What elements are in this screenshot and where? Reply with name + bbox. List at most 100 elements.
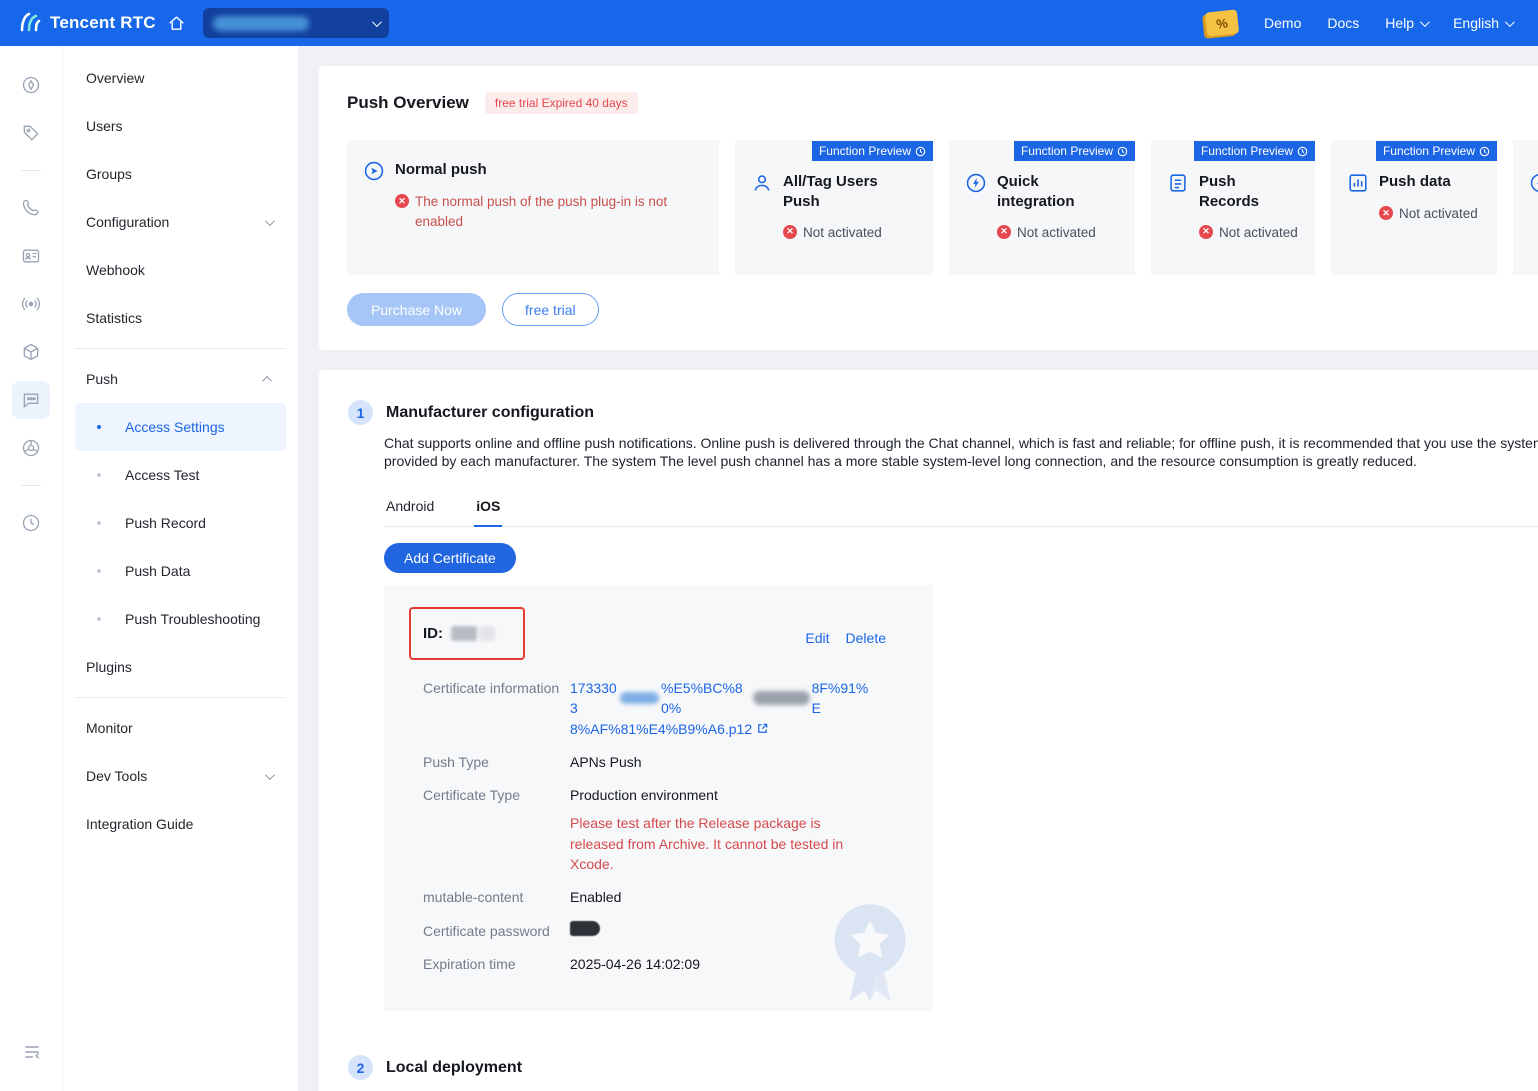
redacted-blob — [620, 692, 659, 704]
error-icon: ✕ — [1199, 225, 1213, 239]
step-2-number: 2 — [348, 1055, 373, 1080]
send-circle-icon — [363, 160, 385, 182]
coupon-icon[interactable]: % — [1205, 9, 1239, 36]
sidebar-item-dev-tools[interactable]: Dev Tools — [63, 752, 298, 800]
id-card-icon[interactable] — [12, 237, 50, 275]
sidebar-item-access-settings[interactable]: Access Settings — [75, 403, 286, 451]
app-name-redacted — [213, 16, 309, 31]
mutable-content-row: mutable-content Enabled — [408, 887, 909, 907]
push-type-row: Push Type APNs Push — [408, 752, 909, 772]
panel-status: Not activated — [803, 223, 882, 243]
sidebar-item-groups[interactable]: Groups — [63, 150, 298, 198]
sidebar-item-plugins[interactable]: Plugins — [63, 643, 298, 691]
certificate-id-redacted — [451, 626, 477, 641]
sidebar-item-configuration[interactable]: Configuration — [63, 198, 298, 246]
call-icon[interactable] — [12, 189, 50, 227]
sidebar-item-push[interactable]: Push — [63, 355, 298, 403]
panel-status: Not activated — [1017, 223, 1096, 243]
bullet-dot — [97, 569, 101, 573]
chevron-down-icon — [265, 216, 275, 226]
home-icon[interactable] — [168, 15, 185, 32]
purchase-now-button[interactable]: Purchase Now — [347, 293, 486, 326]
sidebar-item-webhook[interactable]: Webhook — [63, 246, 298, 294]
normal-push-panel: Normal push ✕ The normal push of the pus… — [347, 140, 719, 275]
sidebar-item-users[interactable]: Users — [63, 102, 298, 150]
nav-language[interactable]: English — [1453, 15, 1512, 31]
product-icon-rail — [0, 46, 63, 1091]
rail-divider — [21, 485, 41, 486]
error-icon: ✕ — [997, 225, 1011, 239]
cutoff-panel: Function Preview — [1513, 140, 1538, 275]
clock-badge-icon — [1117, 146, 1128, 157]
sidebar-item-push-troubleshooting[interactable]: Push Troubleshooting — [75, 595, 286, 643]
tab-android[interactable]: Android — [384, 489, 436, 526]
sidebar-divider — [75, 348, 286, 349]
document-icon — [1167, 172, 1189, 194]
panel-title: Quick integration — [997, 172, 1119, 213]
push-records-panel: Function Preview Push Records ✕ Not acti… — [1151, 140, 1315, 275]
page-title: Push Overview — [347, 93, 469, 113]
free-trial-button[interactable]: free trial — [502, 293, 599, 326]
step-1-title: Manufacturer configuration — [386, 404, 594, 422]
function-preview-ribbon[interactable]: Function Preview — [1376, 141, 1497, 161]
certificate-password-row: Certificate password — [408, 921, 909, 941]
collapse-menu-icon[interactable] — [13, 1033, 51, 1071]
lightning-circle-icon — [965, 172, 987, 194]
panel-status: Not activated — [1219, 223, 1298, 243]
certificate-file-link[interactable]: 1733303 %E5%BC%80% 8F%91%E 8%AF%81%E4%B9… — [570, 678, 870, 739]
configuration-card: 1 Manufacturer configuration Chat suppor… — [319, 370, 1538, 1091]
app-selector-dropdown[interactable] — [203, 8, 389, 38]
panel-title: Push data — [1379, 172, 1451, 194]
external-link-icon[interactable] — [756, 722, 769, 735]
dashboard-icon[interactable] — [12, 66, 50, 104]
nav-demo[interactable]: Demo — [1264, 15, 1301, 31]
wheel-icon[interactable] — [12, 429, 50, 467]
rail-divider — [21, 170, 41, 171]
live-icon[interactable] — [12, 285, 50, 323]
step-2-title: Local deployment — [386, 1059, 522, 1077]
push-data-panel: Function Preview Push data ✕ Not activat… — [1331, 140, 1497, 275]
expiration-time-row: Expiration time 2025-04-26 14:02:09 — [408, 954, 909, 974]
cube-icon[interactable] — [12, 333, 50, 371]
tab-ios[interactable]: iOS — [474, 489, 502, 527]
sidebar-item-statistics[interactable]: Statistics — [63, 294, 298, 342]
sidebar-item-integration-guide[interactable]: Integration Guide — [63, 800, 298, 848]
certificate-type-row: Certificate Type Production environment … — [408, 785, 909, 874]
function-preview-ribbon[interactable]: Function Preview — [812, 141, 933, 161]
sidebar-item-access-test[interactable]: Access Test — [75, 451, 286, 499]
clock-icon[interactable] — [12, 504, 50, 542]
function-preview-ribbon[interactable]: Function Preview — [1014, 141, 1135, 161]
add-certificate-button[interactable]: Add Certificate — [384, 543, 516, 573]
panel-status: The normal push of the push plug-in is n… — [415, 192, 703, 233]
sidebar-item-monitor[interactable]: Monitor — [63, 704, 298, 752]
error-icon: ✕ — [395, 194, 409, 208]
xcode-warning-text: Please test after the Release package is… — [570, 813, 860, 874]
nav-docs[interactable]: Docs — [1327, 15, 1359, 31]
trial-expired-badge: free trial Expired 40 days — [485, 92, 638, 114]
step-1-number: 1 — [348, 400, 373, 425]
user-icon — [751, 172, 773, 194]
sidebar-item-overview[interactable]: Overview — [63, 54, 298, 102]
all-tag-users-push-panel: Function Preview All/Tag Users Push ✕ No… — [735, 140, 933, 275]
brand-title: Tencent RTC — [50, 13, 156, 33]
certificate-id-redacted — [479, 626, 495, 641]
chevron-down-icon — [265, 770, 275, 780]
sidebar-item-push-record[interactable]: Push Record — [75, 499, 286, 547]
redacted-blob — [753, 691, 810, 705]
tencent-rtc-logo — [16, 10, 42, 36]
sidebar-nav: Overview Users Groups Configuration Webh… — [63, 46, 299, 1091]
password-masked-value — [570, 921, 600, 936]
certificate-id-label: ID: — [423, 625, 443, 642]
chevron-down-icon — [372, 17, 382, 27]
tag-icon[interactable] — [12, 114, 50, 152]
sidebar-item-push-data[interactable]: Push Data — [75, 547, 286, 595]
panel-status: Not activated — [1399, 204, 1478, 224]
function-preview-ribbon[interactable]: Function Preview — [1194, 141, 1315, 161]
edit-link[interactable]: Edit — [805, 630, 829, 646]
chat-icon[interactable] — [12, 381, 50, 419]
clock-badge-icon — [1479, 146, 1490, 157]
clock-badge-icon — [1297, 146, 1308, 157]
nav-help[interactable]: Help — [1385, 15, 1427, 31]
chevron-down-icon — [1505, 17, 1515, 27]
delete-link[interactable]: Delete — [846, 630, 886, 646]
